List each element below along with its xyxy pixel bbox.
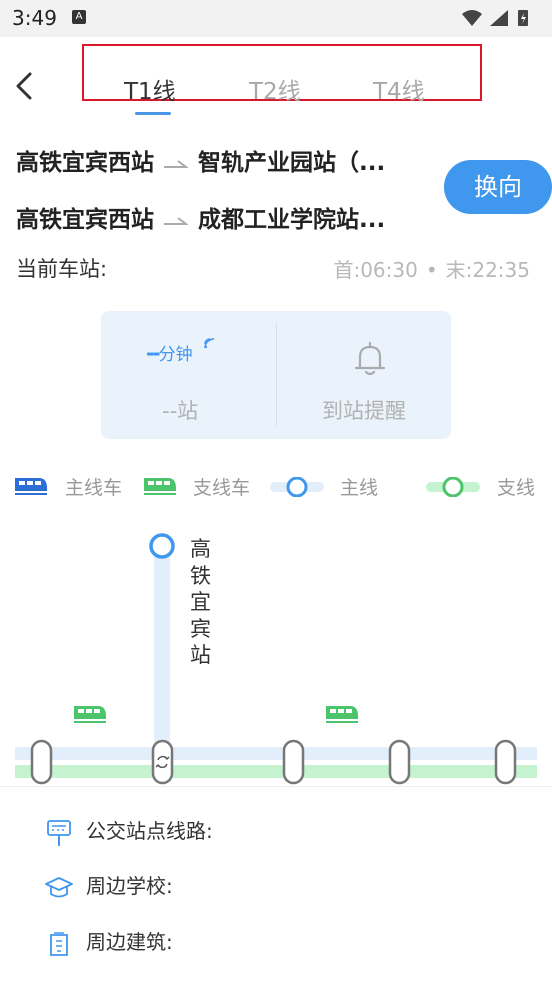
eta-minutes: --分钟 — [146, 338, 215, 365]
arrow-right-icon — [164, 216, 188, 225]
station-marker — [149, 533, 175, 559]
main-train-legend-label: 主线车 — [65, 477, 123, 499]
bus-lines-label: 公交站点线路: — [86, 819, 213, 843]
arrival-reminder-label[interactable]: 到站提醒 — [322, 395, 406, 425]
nearby-schools-row: 周边学校: — [44, 870, 173, 903]
nearby-buildings-row: 周边建筑: — [44, 926, 173, 959]
wifi-icon — [462, 10, 482, 26]
branch-line-legend-icon — [426, 476, 482, 501]
station-capsule — [494, 739, 517, 785]
station-name-char: 铁 — [190, 563, 211, 588]
bus-stop-icon — [47, 819, 71, 846]
station-capsule — [282, 739, 305, 785]
station-capsule — [30, 739, 53, 785]
arrival-reminder-button[interactable] — [353, 340, 387, 382]
branch-train-legend-icon — [142, 474, 178, 500]
route-to: 智轨产业园站（... — [198, 150, 386, 176]
station-name-char: 宜 — [190, 590, 211, 614]
route-direction-2: 高铁宜宾西站 成都工业学院站... — [16, 200, 385, 234]
route-from: 高铁宜宾西站 — [16, 150, 154, 176]
main-train-legend-icon — [13, 474, 49, 500]
station-spur — [154, 546, 170, 762]
swap-direction-button[interactable]: 换向 — [444, 160, 552, 214]
chevron-left-icon — [16, 72, 32, 100]
current-station-label: 当前车站: — [16, 257, 108, 281]
route-direction-1: 高铁宜宾西站 智轨产业园站（... — [16, 143, 385, 177]
active-tab-indicator — [135, 112, 171, 115]
transfer-station-capsule — [151, 739, 174, 785]
nearby-buildings-label: 周边建筑: — [86, 930, 173, 954]
station-name-vertical[interactable]: 高铁宜宾站 — [190, 536, 214, 669]
eta-unit: 分钟 — [158, 345, 193, 365]
route-from: 高铁宜宾西站 — [16, 207, 154, 233]
main-line-legend-label: 主线 — [340, 477, 379, 499]
notification-icon: A — [72, 10, 86, 24]
eta-value: -- — [146, 341, 161, 365]
branch-train-legend-label: 支线车 — [193, 477, 251, 499]
branch-line-legend-label: 支线 — [497, 477, 536, 499]
route-to: 成都工业学院站... — [198, 207, 386, 233]
tab-t1[interactable]: T1线 — [124, 72, 176, 106]
branch-train-icon — [326, 706, 358, 723]
signal-icon — [490, 10, 508, 26]
system-status-icons — [460, 8, 540, 32]
card-divider — [276, 323, 277, 427]
line-map: 高铁宜宾站 — [0, 520, 552, 790]
bell-icon — [354, 341, 386, 376]
nearby-schools-label: 周边学校: — [86, 874, 173, 898]
branch-line-track — [15, 765, 537, 778]
station-name-char: 宾 — [190, 616, 211, 641]
bus-lines-row: 公交站点线路: — [44, 815, 213, 848]
schedule-separator: • — [425, 258, 438, 282]
main-line-legend-icon — [270, 476, 326, 501]
station-name-char: 高 — [190, 537, 211, 561]
station-name-char: 站 — [190, 643, 211, 667]
station-capsule — [388, 739, 411, 785]
tab-t4[interactable]: T4线 — [373, 72, 425, 106]
main-line-track — [15, 747, 537, 760]
section-divider — [0, 786, 552, 787]
live-signal-icon — [204, 338, 215, 349]
tab-t2[interactable]: T2线 — [249, 72, 301, 106]
schedule: 首:06:30 • 末:22:35 — [333, 254, 530, 283]
graduation-cap-icon — [45, 876, 73, 897]
last-train-time: 末:22:35 — [445, 258, 530, 282]
first-train-time: 首:06:30 — [333, 258, 418, 282]
back-button[interactable] — [10, 68, 40, 104]
building-icon — [50, 931, 68, 956]
stations-remaining: --站 — [162, 399, 199, 423]
arrow-right-icon — [164, 159, 188, 168]
status-time: 3:49 — [12, 6, 57, 30]
branch-train-icon — [74, 706, 106, 723]
